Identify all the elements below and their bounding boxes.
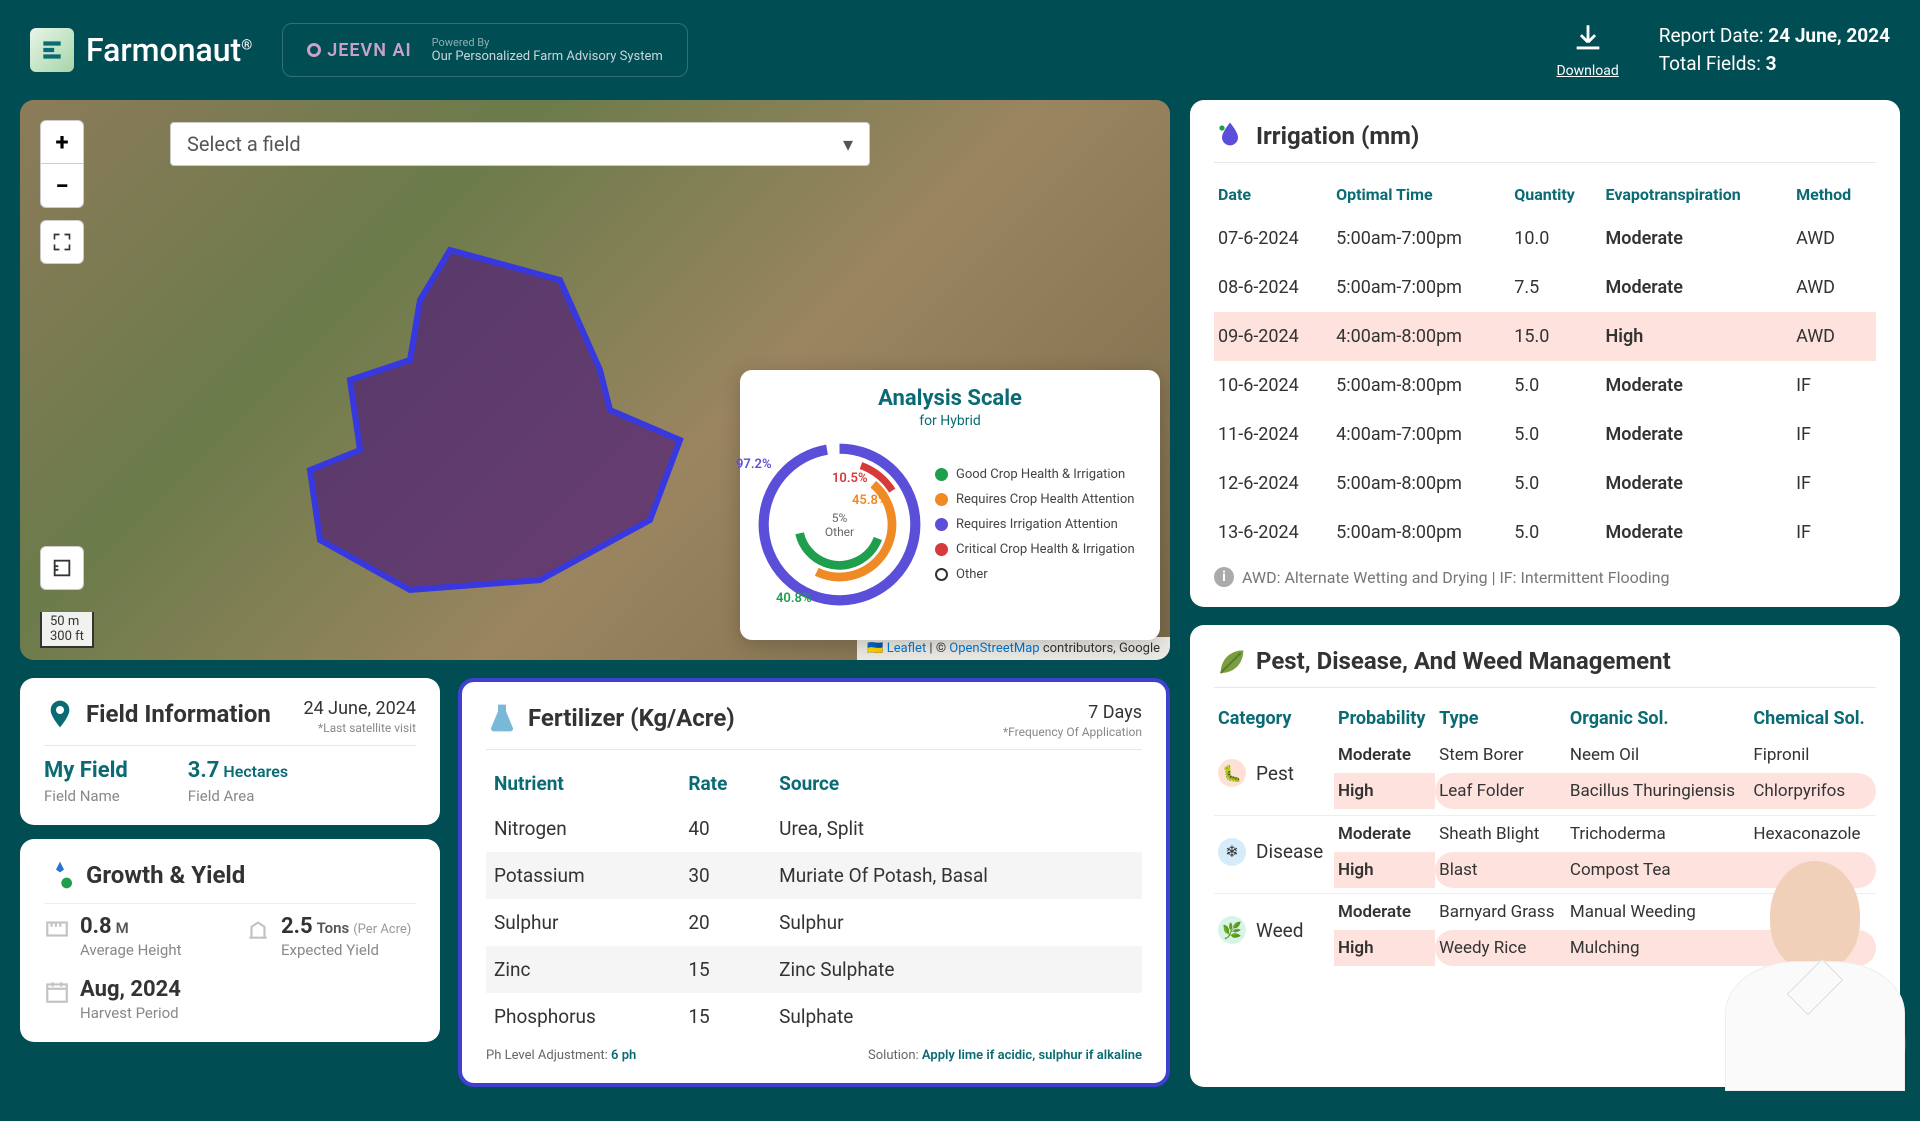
jeevn-badge: JEEVN AI Powered By Our Personalized Far… [282, 23, 688, 77]
analysis-donut-chart: 97.2% 10.5% 45.8% 40.8% 5%Other [752, 437, 927, 612]
flask-icon [486, 702, 518, 734]
field-area-value: 3.7 [188, 758, 220, 783]
zoom-out-button[interactable]: − [40, 164, 84, 208]
brand-logo[interactable]: Farmonaut® [30, 28, 252, 72]
field-name-value: My Field [44, 758, 128, 783]
fullscreen-button[interactable] [40, 220, 84, 264]
table-row: 09-6-20244:00am-8:00pm15.0HighAWD [1214, 312, 1876, 361]
table-row: 11-6-20244:00am-7:00pm5.0ModerateIF [1214, 410, 1876, 459]
analysis-scale-card: Analysis Scale for Hybrid 97.2% 10.5% 45… [740, 370, 1160, 640]
irrigation-icon [1214, 120, 1246, 152]
field-map[interactable]: + − Select a field ▾ 50 m300 ft 🇺🇦 Leafl… [20, 100, 1170, 660]
location-icon [44, 698, 76, 730]
table-row: 08-6-20245:00am-7:00pm7.5ModerateAWD [1214, 263, 1876, 312]
table-row: Nitrogen40Urea, Split [486, 805, 1142, 852]
irrigation-legend: AWD: Alternate Wetting and Drying | IF: … [1242, 568, 1669, 587]
analysis-title: Analysis Scale [752, 386, 1148, 411]
field-polygon [300, 240, 720, 600]
analysis-legend: Good Crop Health & Irrigation Requires Cr… [935, 467, 1135, 582]
map-attribution: 🇺🇦 Leaflet | © OpenStreetMap contributor… [857, 637, 1170, 660]
calendar-icon [44, 979, 70, 1005]
legend-item: Critical Crop Health & Irrigation [935, 542, 1135, 557]
legend-item: Good Crop Health & Irrigation [935, 467, 1135, 482]
map-scale: 50 m300 ft [40, 612, 94, 648]
table-row: 10-6-20245:00am-8:00pm5.0ModerateIF [1214, 361, 1876, 410]
pest-management-card: Pest, Disease, And Weed Management Categ… [1190, 625, 1900, 1087]
leaf-icon [1214, 645, 1246, 677]
growth-yield-card: Growth & Yield 0.8 M Average Height [20, 839, 440, 1042]
field-information-card: Field Information 24 June, 2024*Last sat… [20, 678, 440, 825]
report-meta: Report Date: 24 June, 2024 Total Fields:… [1659, 22, 1890, 79]
table-row: Phosphorus15Sulphate [486, 993, 1142, 1040]
field-select-dropdown[interactable]: Select a field ▾ [170, 122, 870, 166]
assistant-avatar [1720, 841, 1910, 1101]
growth-icon [44, 859, 76, 891]
header: Farmonaut® JEEVN AI Powered By Our Perso… [0, 0, 1920, 100]
download-icon [1571, 21, 1605, 59]
table-row: Sulphur20Sulphur [486, 899, 1142, 946]
legend-item: Requires Irrigation Attention [935, 517, 1135, 532]
download-button[interactable]: Download [1556, 21, 1618, 79]
table-row: 🐛PestModerateStem BorerNeem OilFipronil [1214, 737, 1876, 773]
table-row: Potassium30Muriate Of Potash, Basal [486, 852, 1142, 899]
analysis-subtitle: for Hybrid [752, 413, 1148, 429]
leaflet-link[interactable]: Leaflet [887, 641, 927, 656]
irrigation-table: Date Optimal Time Quantity Evapotranspir… [1214, 175, 1876, 557]
yield-icon [245, 916, 271, 942]
ruler-icon [44, 916, 70, 942]
irrigation-card: Irrigation (mm) Date Optimal Time Quanti… [1190, 100, 1900, 607]
legend-item: Other [935, 567, 1135, 582]
table-row: 13-6-20245:00am-8:00pm5.0ModerateIF [1214, 508, 1876, 557]
table-row: 07-6-20245:00am-7:00pm10.0ModerateAWD [1214, 214, 1876, 263]
fertilizer-card: Fertilizer (Kg/Acre) 7 Days*Frequency Of… [458, 678, 1170, 1087]
table-row: 12-6-20245:00am-8:00pm5.0ModerateIF [1214, 459, 1876, 508]
info-icon: i [1214, 567, 1234, 587]
table-row: Zinc15Zinc Sulphate [486, 946, 1142, 993]
osm-link[interactable]: OpenStreetMap [949, 641, 1039, 656]
fertilizer-table: Nutrient Rate Source Nitrogen40Urea, Spl… [486, 762, 1142, 1040]
zoom-in-button[interactable]: + [40, 120, 84, 164]
measure-tool-button[interactable] [40, 546, 84, 590]
brand-icon [30, 28, 74, 72]
legend-item: Requires Crop Health Attention [935, 492, 1135, 507]
brand-name: Farmonaut [86, 31, 241, 69]
chevron-down-icon: ▾ [843, 132, 853, 156]
